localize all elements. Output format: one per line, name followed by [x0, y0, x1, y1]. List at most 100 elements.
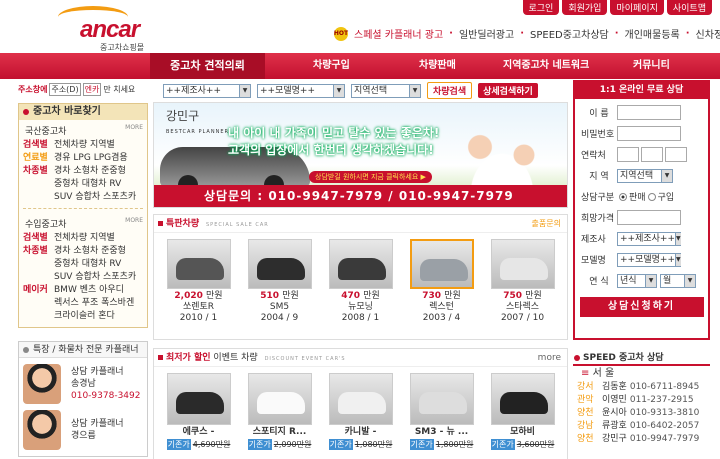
- form-maker-select[interactable]: ++제조사++ ▼: [617, 231, 681, 246]
- special-car-card[interactable]: 510 만원 SM5 2004 / 9: [247, 239, 312, 324]
- year-select[interactable]: 년식 ▼: [617, 273, 657, 288]
- planner-item[interactable]: 상담 카플래너 송경남 010-9378-3492: [19, 358, 147, 410]
- maker-select[interactable]: ++제조사++ ▼: [163, 83, 251, 98]
- car-thumbnail[interactable]: [328, 373, 393, 425]
- planner-banner[interactable]: 강민구 BESTCAR PLANNER 내 아이 내 가족이 믿고 탈수 있는 …: [153, 102, 568, 208]
- speed-planner-row[interactable]: 강남 류광호 010-6402-2057: [573, 420, 710, 433]
- event-car-card[interactable]: 카니발 - 기존가 1,080만원: [328, 373, 393, 450]
- category-row: 메이커 BMW 벤츠 아우디: [19, 284, 147, 297]
- special-car-card[interactable]: 2,020 만원 쏘렌토R 2010 / 1: [166, 239, 231, 324]
- mypage-link[interactable]: 마이페이지: [610, 0, 664, 15]
- category-links[interactable]: 경차 소형차 준중형: [54, 245, 126, 258]
- event-car-card[interactable]: 모하비 기존가 3,600만원: [490, 373, 555, 450]
- chevron-down-icon: ▼: [675, 253, 681, 266]
- car-thumbnail[interactable]: [328, 239, 393, 289]
- category-row: 검색별 전체차량 지역별: [19, 139, 147, 152]
- car-thumbnail[interactable]: [166, 239, 231, 289]
- nav-regional-network[interactable]: 지역중고차 네트워크: [503, 53, 589, 79]
- car-name[interactable]: SM5: [248, 302, 312, 313]
- category-links[interactable]: SUV 승합차 스포츠카: [54, 271, 136, 284]
- nav-buy[interactable]: 차량구입: [313, 53, 350, 79]
- car-thumbnail[interactable]: [490, 239, 555, 289]
- phone2-input[interactable]: [641, 147, 663, 162]
- car-thumbnail[interactable]: [409, 239, 474, 289]
- car-name[interactable]: 스타렉스: [491, 302, 555, 313]
- signup-link[interactable]: 회원가입: [562, 0, 608, 15]
- newcar-info-link[interactable]: 신차정보: [696, 26, 720, 41]
- category-links[interactable]: 전체차량 지역별: [54, 232, 115, 245]
- consult-submit-button[interactable]: 상담신청하기: [579, 297, 704, 317]
- category-links[interactable]: 경유 LPG LPG겸용: [54, 152, 128, 165]
- category-links[interactable]: 중형차 대형차 RV: [54, 178, 121, 191]
- planner-phone: 010-9313-3810: [629, 408, 700, 418]
- speed-consult-link[interactable]: SPEED중고차상담: [530, 26, 609, 41]
- category-label: [23, 178, 51, 191]
- category-label: 메이커: [23, 285, 48, 295]
- site-logo[interactable]: ancar 중고차쇼핑몰: [58, 6, 178, 52]
- category-row: 연료별 경유 LPG LPG겸용: [19, 152, 147, 165]
- banner-cta[interactable]: 상담받길 원하시면 지금 클릭하세요 ▶: [309, 171, 432, 183]
- form-model-select[interactable]: ++모델명++ ▼: [617, 252, 681, 267]
- car-name[interactable]: 렉스턴: [410, 302, 474, 313]
- phone3-input[interactable]: [665, 147, 687, 162]
- nav-estimate[interactable]: 중고차 견적의뢰: [150, 53, 265, 79]
- listing-inquiry-link[interactable]: 출품문의: [532, 215, 561, 233]
- model-select[interactable]: ++모델명++ ▼: [257, 83, 345, 98]
- nav-community[interactable]: 커뮤니티: [633, 53, 670, 79]
- price-input[interactable]: [617, 210, 681, 225]
- car-name[interactable]: 카니발 -: [329, 427, 393, 438]
- login-link[interactable]: 로그인: [522, 0, 560, 15]
- region-select[interactable]: 지역선택 ▼: [351, 83, 421, 98]
- car-name[interactable]: 에쿠스 -: [167, 427, 231, 438]
- buy-radio[interactable]: [647, 192, 656, 201]
- car-thumbnail[interactable]: [247, 239, 312, 289]
- category-links[interactable]: BMW 벤츠 아우디: [54, 284, 124, 297]
- car-search-button[interactable]: 차량검색: [427, 82, 473, 99]
- event-car-card[interactable]: 에쿠스 - 기존가 4,690만원: [166, 373, 231, 450]
- car-name[interactable]: 모하비: [491, 427, 555, 438]
- car-price: 470 만원: [329, 291, 393, 302]
- category-links[interactable]: 중형차 대형차 RV: [54, 258, 121, 271]
- car-name[interactable]: 스포티지 R...: [248, 427, 312, 438]
- event-car-card[interactable]: 스포티지 R... 기존가 2,090만원: [247, 373, 312, 450]
- form-region-select[interactable]: 지역선택 ▼: [617, 168, 673, 183]
- category-row: 중형차 대형차 RV: [19, 178, 147, 191]
- event-more-link[interactable]: more: [538, 349, 561, 367]
- phone1-input[interactable]: [617, 147, 639, 162]
- event-car-card[interactable]: SM3 - 뉴 ... 기존가 1,800만원: [409, 373, 474, 450]
- planner-item[interactable]: 상담 카플래너 경으름: [19, 410, 147, 456]
- month-select[interactable]: 월 ▼: [660, 273, 696, 288]
- car-name[interactable]: 쏘렌토R: [167, 302, 231, 313]
- category-links[interactable]: 렉서스 푸조 폭스바겐: [54, 297, 134, 310]
- dealer-ad-link[interactable]: 일반딜러광고: [459, 26, 514, 41]
- car-year: 2008 / 1: [341, 313, 380, 323]
- imported-more-link[interactable]: MORE: [125, 217, 143, 230]
- car-thumbnail[interactable]: [247, 373, 312, 425]
- category-links[interactable]: 경차 소형차 준중형: [54, 165, 126, 178]
- sell-radio[interactable]: [619, 192, 627, 201]
- speed-planner-row[interactable]: 관악 이영민 011-237-2915: [573, 394, 710, 407]
- category-links[interactable]: 전체차량 지역별: [54, 139, 115, 152]
- category-links[interactable]: SUV 승합차 스포츠카: [54, 191, 136, 204]
- name-input[interactable]: [617, 105, 681, 120]
- speed-planner-row[interactable]: 양천 강민구 010-9947-7979: [573, 433, 710, 446]
- car-thumbnail[interactable]: [490, 373, 555, 425]
- detail-search-button[interactable]: 상세검색하기: [478, 83, 538, 98]
- speed-planner-row[interactable]: 양천 윤시아 010-9313-3810: [573, 407, 710, 420]
- speed-planner-row[interactable]: 강서 김동훈 010-6711-8945: [573, 381, 710, 394]
- personal-listing-link[interactable]: 개인매물등록: [625, 26, 680, 41]
- special-car-card[interactable]: 750 만원 스타렉스 2007 / 10: [490, 239, 555, 324]
- sitemap-link[interactable]: 사이트맵: [666, 0, 712, 15]
- password-input[interactable]: [617, 126, 681, 141]
- special-car-card[interactable]: 470 만원 뉴모닝 2008 / 1: [328, 239, 393, 324]
- category-links[interactable]: 크라이슬러 혼다: [54, 310, 115, 323]
- special-planner-ad-link[interactable]: 스페셜 카플래너 광고: [354, 26, 443, 41]
- domestic-more-link[interactable]: MORE: [125, 124, 143, 137]
- car-name[interactable]: 뉴모닝: [329, 302, 393, 313]
- car-thumbnail[interactable]: [166, 373, 231, 425]
- car-thumbnail[interactable]: [409, 373, 474, 425]
- chevron-down-icon: ▼: [333, 84, 344, 97]
- special-car-card[interactable]: 730 만원 렉스턴 2003 / 4: [409, 239, 474, 324]
- car-name[interactable]: SM3 - 뉴 ...: [410, 427, 474, 438]
- nav-sell[interactable]: 차량판매: [419, 53, 456, 79]
